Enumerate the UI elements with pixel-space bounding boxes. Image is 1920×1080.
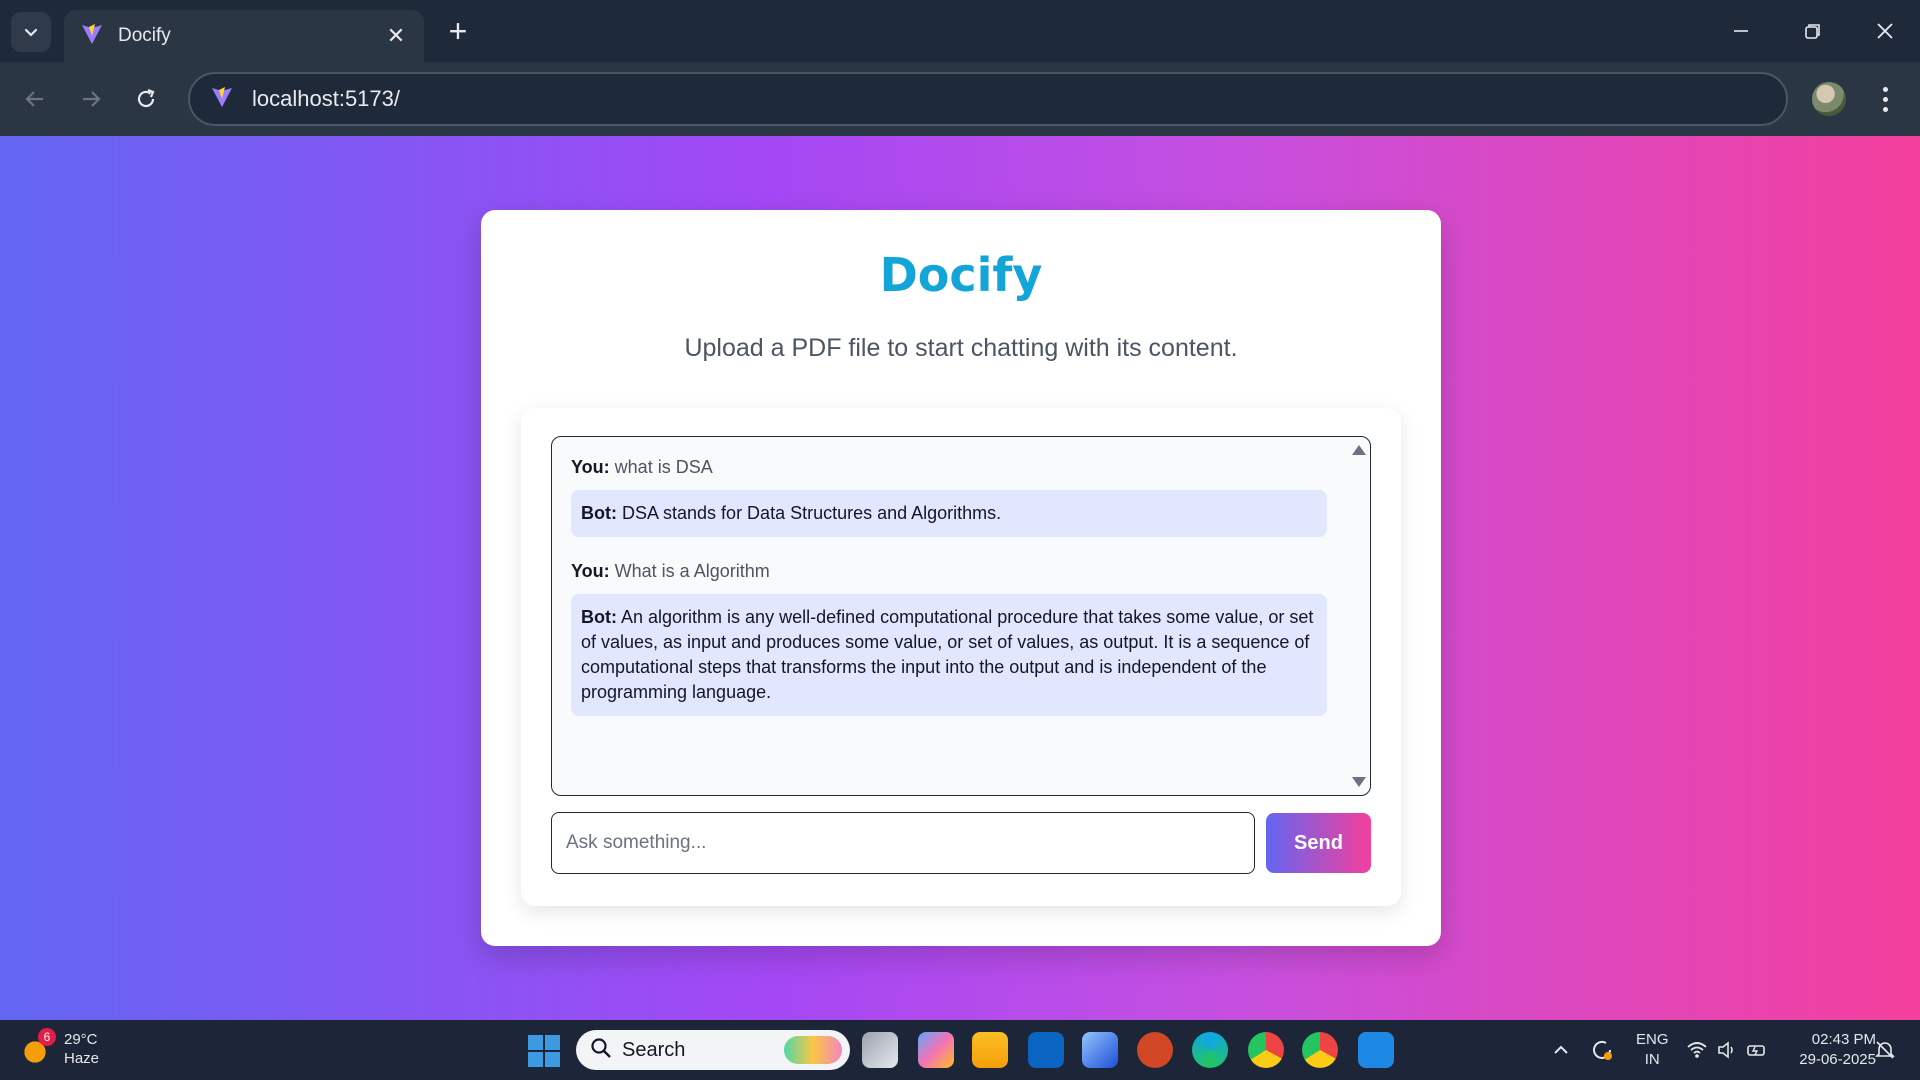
message-sender: Bot: [581, 503, 617, 523]
search-icon [590, 1037, 612, 1064]
minimize-icon[interactable] [1716, 10, 1766, 52]
send-button[interactable]: Send [1266, 813, 1371, 873]
weather-condition: Haze [64, 1050, 100, 1067]
message-list[interactable]: You: what is DSA Bot: DSA stands for Dat… [551, 436, 1371, 796]
vscode-icon[interactable] [1358, 1032, 1394, 1068]
message-text: DSA stands for Data Structures and Algor… [622, 503, 1002, 523]
message-text: what is DSA [614, 457, 713, 477]
weather-widget[interactable]: 6 29°C Haze [20, 1028, 100, 1068]
language-region: IN [1644, 1051, 1660, 1068]
app-title: Docify [879, 248, 1043, 302]
message-sender: You: [571, 561, 610, 581]
vite-logo-icon [80, 22, 104, 51]
browser-tab-bar: Docify ✕ + [0, 0, 1920, 62]
search-label: Search [622, 1038, 686, 1061]
sync-icon[interactable] [1590, 1020, 1614, 1080]
message-sender: You: [571, 457, 610, 477]
copilot-icon[interactable] [918, 1032, 954, 1068]
clock-time: 02:43 PM [1811, 1031, 1876, 1048]
close-icon[interactable]: ✕ [384, 23, 408, 49]
browser-toolbar: localhost:5173/ [0, 62, 1920, 136]
message-sender: Bot: [581, 607, 617, 627]
chrome-icon[interactable] [1248, 1032, 1284, 1068]
bot-message: Bot: An algorithm is any well-defined co… [571, 594, 1327, 716]
message-scrollbar[interactable] [1350, 437, 1370, 795]
back-icon[interactable] [14, 78, 56, 120]
scroll-down-icon[interactable] [1352, 777, 1366, 787]
task-view-icon[interactable] [862, 1032, 898, 1068]
bot-message: Bot: DSA stands for Data Structures and … [571, 490, 1327, 537]
new-tab-button[interactable]: + [440, 14, 476, 50]
weather-badge: 6 [38, 1028, 56, 1046]
search-highlight-image [784, 1036, 842, 1064]
app-card: Docify Upload a PDF file to start chatti… [481, 210, 1441, 946]
weather-icon: 6 [20, 1028, 56, 1064]
user-message: You: what is DSA [571, 457, 1327, 478]
outlook-icon[interactable] [1028, 1032, 1064, 1068]
tab-title: Docify [118, 25, 171, 46]
address-bar[interactable]: localhost:5173/ [188, 72, 1788, 126]
chat-panel: You: what is DSA Bot: DSA stands for Dat… [521, 408, 1401, 906]
system-clock[interactable]: 02:43 PM 29-06-2025 [1780, 1030, 1876, 1070]
taskbar: 6 29°C Haze Search ENG IN 02:43 PM 29-06… [0, 1020, 1920, 1080]
chat-input-row: Send [551, 812, 1371, 874]
browser-tab[interactable]: Docify ✕ [64, 10, 424, 62]
clock-date: 29-06-2025 [1799, 1051, 1876, 1068]
page-background: Docify Upload a PDF file to start chatti… [0, 136, 1920, 1020]
scroll-up-icon[interactable] [1352, 445, 1366, 455]
profile-avatar[interactable] [1812, 82, 1846, 116]
taskbar-search[interactable]: Search [576, 1030, 850, 1070]
notification-icon[interactable] [1874, 1020, 1896, 1080]
reload-icon[interactable] [125, 78, 167, 120]
file-explorer-icon[interactable] [972, 1032, 1008, 1068]
photos-icon[interactable] [1082, 1032, 1118, 1068]
message-text: An algorithm is any well-defined computa… [581, 607, 1314, 702]
chrome-profile-icon[interactable] [1302, 1032, 1338, 1068]
battery-icon[interactable] [1746, 1020, 1768, 1080]
weather-temperature: 29°C [64, 1031, 98, 1048]
ask-input[interactable] [551, 812, 1255, 874]
restore-icon[interactable] [1788, 10, 1838, 52]
wifi-icon[interactable] [1686, 1020, 1708, 1080]
url-text: localhost:5173/ [252, 86, 400, 111]
more-icon[interactable] [1870, 80, 1900, 118]
app-subtitle: Upload a PDF file to start chatting with… [684, 334, 1238, 362]
edge-icon[interactable] [1192, 1032, 1228, 1068]
volume-icon[interactable] [1716, 1020, 1738, 1080]
vite-logo-icon [210, 85, 234, 114]
forward-icon[interactable] [70, 78, 112, 120]
user-message: You: What is a Algorithm [571, 561, 1327, 582]
tab-list-icon[interactable] [11, 12, 51, 52]
tray-chevron-icon[interactable] [1552, 1020, 1570, 1080]
language-indicator[interactable]: ENG IN [1636, 1030, 1669, 1070]
language-code: ENG [1636, 1031, 1669, 1048]
window-close-icon[interactable] [1860, 10, 1910, 52]
windows-start-icon[interactable] [528, 1035, 560, 1067]
powerpoint-icon[interactable] [1137, 1032, 1173, 1068]
message-text: What is a Algorithm [614, 561, 770, 581]
